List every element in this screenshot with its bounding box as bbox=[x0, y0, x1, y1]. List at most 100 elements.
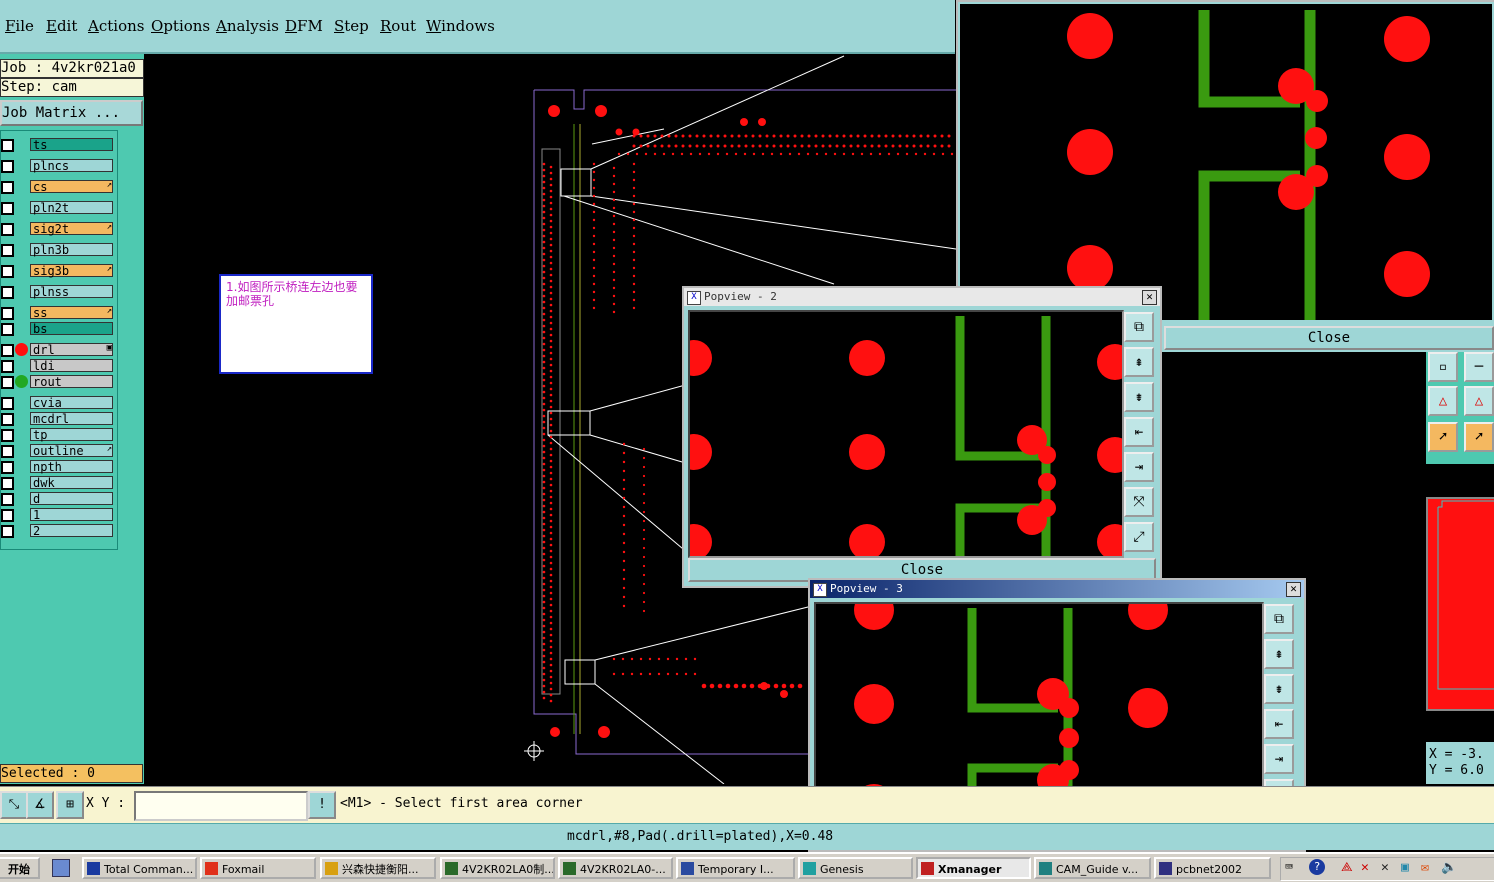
layer-label[interactable]: tp bbox=[30, 428, 113, 442]
tool-snap-icon[interactable]: ▫ bbox=[1428, 352, 1458, 382]
taskbar-item[interactable]: CAM_Guide v... bbox=[1034, 857, 1151, 879]
tool-line-icon[interactable]: ─ bbox=[1464, 352, 1494, 382]
start-button[interactable]: 开始 bbox=[0, 857, 40, 879]
taskbar-item[interactable]: pcbnet2002 bbox=[1154, 857, 1271, 879]
layer-row-plnss[interactable]: plnss bbox=[1, 285, 115, 299]
layer-checkbox[interactable] bbox=[1, 139, 14, 152]
popview-3-close-icon[interactable]: ✕ bbox=[1286, 582, 1301, 597]
minimap[interactable] bbox=[1426, 497, 1494, 711]
grid-tool-icon[interactable]: ⊞ bbox=[56, 791, 84, 819]
layer-label[interactable]: mcdrl bbox=[30, 412, 113, 426]
menu-edit[interactable]: Edit bbox=[46, 17, 77, 35]
layer-row-1[interactable]: 1 bbox=[1, 508, 115, 522]
layer-row-ts[interactable]: ts bbox=[1, 138, 115, 152]
volume-icon[interactable]: 🔈 bbox=[1441, 860, 1457, 875]
taskbar-item[interactable]: 4V2KR02LA0制... bbox=[440, 857, 555, 879]
view-copy-icon[interactable]: ⧉ bbox=[1124, 312, 1154, 342]
layer-row-ldi[interactable]: ldi bbox=[1, 359, 115, 373]
layer-row-dwk[interactable]: dwk bbox=[1, 476, 115, 490]
angle-tool-icon[interactable]: ∡ bbox=[26, 791, 54, 819]
layer-checkbox[interactable] bbox=[1, 244, 14, 257]
view-copy-icon[interactable]: ⧉ bbox=[1264, 604, 1294, 634]
layer-row-tp[interactable]: tp bbox=[1, 428, 115, 442]
layer-checkbox[interactable] bbox=[1, 265, 14, 278]
layer-checkbox[interactable] bbox=[1, 525, 14, 538]
pan-right-icon[interactable]: ⇥ bbox=[1264, 744, 1294, 774]
layer-label[interactable]: 1 bbox=[30, 508, 113, 522]
layer-label[interactable]: 2 bbox=[30, 524, 113, 538]
menu-analysis[interactable]: Analysis bbox=[216, 17, 279, 35]
layer-checkbox[interactable] bbox=[1, 493, 14, 506]
keyboard-icon[interactable]: ⌨ bbox=[1285, 860, 1293, 875]
layer-checkbox[interactable] bbox=[1, 509, 14, 522]
job-matrix-button[interactable]: Job Matrix ... bbox=[0, 100, 143, 126]
menu-step[interactable]: Step bbox=[334, 17, 369, 35]
layer-row-mcdrl[interactable]: mcdrl bbox=[1, 412, 115, 426]
layer-checkbox[interactable] bbox=[1, 461, 14, 474]
fit-icon[interactable]: ⤧ bbox=[1124, 487, 1154, 517]
layer-row-pln2t[interactable]: pln2t bbox=[1, 201, 115, 215]
layer-label[interactable]: bs bbox=[30, 322, 113, 336]
layer-label[interactable]: sig2t bbox=[30, 222, 113, 236]
layer-row-sig2t[interactable]: sig2t ↗ bbox=[1, 222, 115, 236]
popview-3-titlebar[interactable]: X Popview - 3 ✕ bbox=[810, 580, 1304, 598]
menu-actions[interactable]: Actions bbox=[88, 17, 144, 35]
layer-row-rout[interactable]: rout bbox=[1, 375, 115, 389]
layer-row-cvia[interactable]: cvia bbox=[1, 396, 115, 410]
taskbar-item[interactable]: 兴森快捷衡阳... bbox=[320, 857, 436, 879]
taskbar-item[interactable]: Total Comman... bbox=[82, 857, 197, 879]
zoom-down-icon[interactable]: ⇟ bbox=[1124, 382, 1154, 412]
layer-label[interactable]: cs bbox=[30, 180, 113, 194]
zoom-home-icon[interactable]: ⤢ bbox=[1124, 522, 1154, 552]
layer-checkbox[interactable] bbox=[1, 413, 14, 426]
layer-checkbox[interactable] bbox=[1, 286, 14, 299]
layer-label[interactable]: pln2t bbox=[30, 201, 113, 215]
foxmail-tray-icon[interactable]: ✉ bbox=[1421, 860, 1429, 875]
layer-label[interactable]: sig3b bbox=[30, 264, 113, 278]
layer-row-ss[interactable]: ss ↗ bbox=[1, 306, 115, 320]
layer-row-plncs[interactable]: plncs bbox=[1, 159, 115, 173]
alert-icon[interactable]: ! bbox=[308, 791, 336, 819]
zoom-down-icon[interactable]: ⇟ bbox=[1264, 674, 1294, 704]
layer-checkbox[interactable] bbox=[1, 429, 14, 442]
layer-checkbox[interactable] bbox=[1, 181, 14, 194]
menu-windows[interactable]: Windows bbox=[426, 17, 495, 35]
layer-row-cs[interactable]: cs ↗ bbox=[1, 180, 115, 194]
popview-2-canvas[interactable] bbox=[688, 310, 1124, 558]
layer-label[interactable]: cvia bbox=[30, 396, 113, 410]
help-icon[interactable]: ? bbox=[1309, 859, 1325, 875]
popview-2-close-icon[interactable]: ✕ bbox=[1142, 290, 1157, 305]
menu-file[interactable]: File bbox=[5, 17, 34, 35]
pan-left-icon[interactable]: ⇤ bbox=[1264, 709, 1294, 739]
pan-left-icon[interactable]: ⇤ bbox=[1124, 417, 1154, 447]
layer-label[interactable]: npth bbox=[30, 460, 113, 474]
tool-select-icon[interactable]: ➚ bbox=[1428, 422, 1458, 452]
taskbar-item[interactable]: Foxmail bbox=[200, 857, 316, 879]
layer-label[interactable]: dwk bbox=[30, 476, 113, 490]
xmanager-tray-icon[interactable]: ✕ bbox=[1361, 860, 1369, 875]
layer-row-npth[interactable]: npth bbox=[1, 460, 115, 474]
popview-2-titlebar[interactable]: X Popview - 2 ✕ bbox=[684, 288, 1160, 306]
layer-checkbox[interactable] bbox=[1, 376, 14, 389]
menu-options[interactable]: Options bbox=[151, 17, 210, 35]
layer-row-2[interactable]: 2 bbox=[1, 524, 115, 538]
layer-label[interactable]: pln3b bbox=[30, 243, 113, 257]
taskbar-item[interactable]: 4V2KR02LA0-... bbox=[558, 857, 673, 879]
tool-triangle-icon[interactable]: △ bbox=[1428, 386, 1458, 416]
layer-label[interactable]: plnss bbox=[30, 285, 113, 299]
popview-1-close-button[interactable]: Close bbox=[1164, 326, 1494, 350]
zoom-up-icon[interactable]: ⇞ bbox=[1124, 347, 1154, 377]
layer-checkbox[interactable] bbox=[1, 445, 14, 458]
layer-row-bs[interactable]: bs bbox=[1, 322, 115, 336]
layer-label[interactable]: ldi bbox=[30, 359, 113, 373]
network-icon[interactable]: ▣ bbox=[1401, 860, 1409, 875]
layer-checkbox[interactable] bbox=[1, 202, 14, 215]
layer-label[interactable]: rout bbox=[30, 375, 113, 389]
layer-label[interactable]: d bbox=[30, 492, 113, 506]
layer-label[interactable]: ss bbox=[30, 306, 113, 320]
taskbar-item[interactable]: Temporary I... bbox=[676, 857, 795, 879]
menu-rout[interactable]: Rout bbox=[380, 17, 416, 35]
layer-row-d[interactable]: d bbox=[1, 492, 115, 506]
layer-checkbox[interactable] bbox=[1, 360, 14, 373]
layer-label[interactable]: plncs bbox=[30, 159, 113, 173]
